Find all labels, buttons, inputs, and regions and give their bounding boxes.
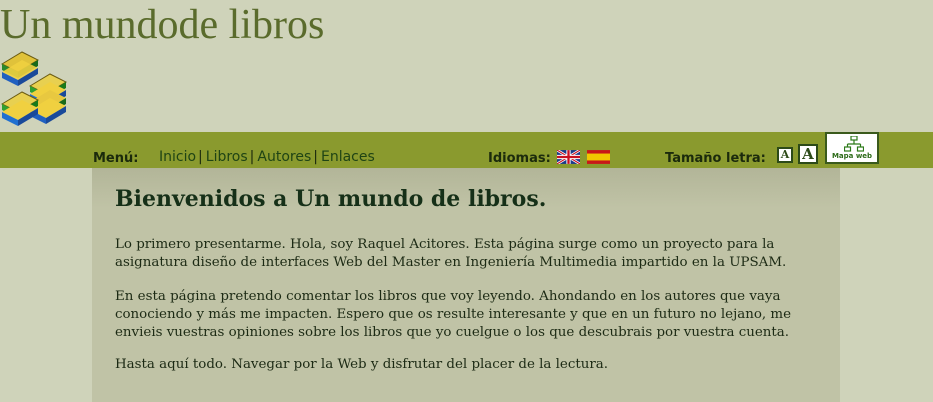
nav-link-inicio[interactable]: Inicio [159,149,196,165]
sitemap-button[interactable]: Mapa web [825,132,879,164]
nav-separator: | [313,149,318,165]
closing-paragraph: Hasta aquí todo. Navegar por la Web y di… [115,357,609,372]
intro-paragraph: Lo primero presentarme. Hola, soy Raquel… [115,237,787,270]
spain-flag-icon[interactable] [587,150,610,164]
menu-label: Menú: [93,151,139,166]
languages-label: Idiomas: [488,151,551,166]
nav-link-enlaces[interactable]: Enlaces [321,149,375,165]
font-small-button[interactable]: A [777,147,793,163]
font-size-label: Tamaño letra: [665,151,766,166]
main-content: Bienvenidos a Un mundo de libros. Lo pri… [92,168,840,402]
nav-link-libros[interactable]: Libros [206,149,248,165]
font-large-button[interactable]: A [798,144,818,164]
nav-link-autores[interactable]: Autores [257,149,311,165]
sitemap-label: Mapa web [831,152,873,160]
main-navbar: Menú: Inicio | Libros | Autores | Enlaces Idio… [0,132,933,168]
nav-separator: | [198,149,203,165]
nav-separator: | [249,149,255,165]
books-logo-icon[interactable] [0,50,72,132]
menu-links: Inicio | Libros | Autores | Enlaces [159,149,375,165]
page-heading: Bienvenidos a Un mundo de libros. [115,186,547,212]
sitemap-icon [844,136,864,152]
uk-flag-icon[interactable] [557,150,580,164]
site-title: Un mundode libros [0,2,325,48]
description-paragraph: En esta página pretendo comentar los lib… [115,289,792,340]
